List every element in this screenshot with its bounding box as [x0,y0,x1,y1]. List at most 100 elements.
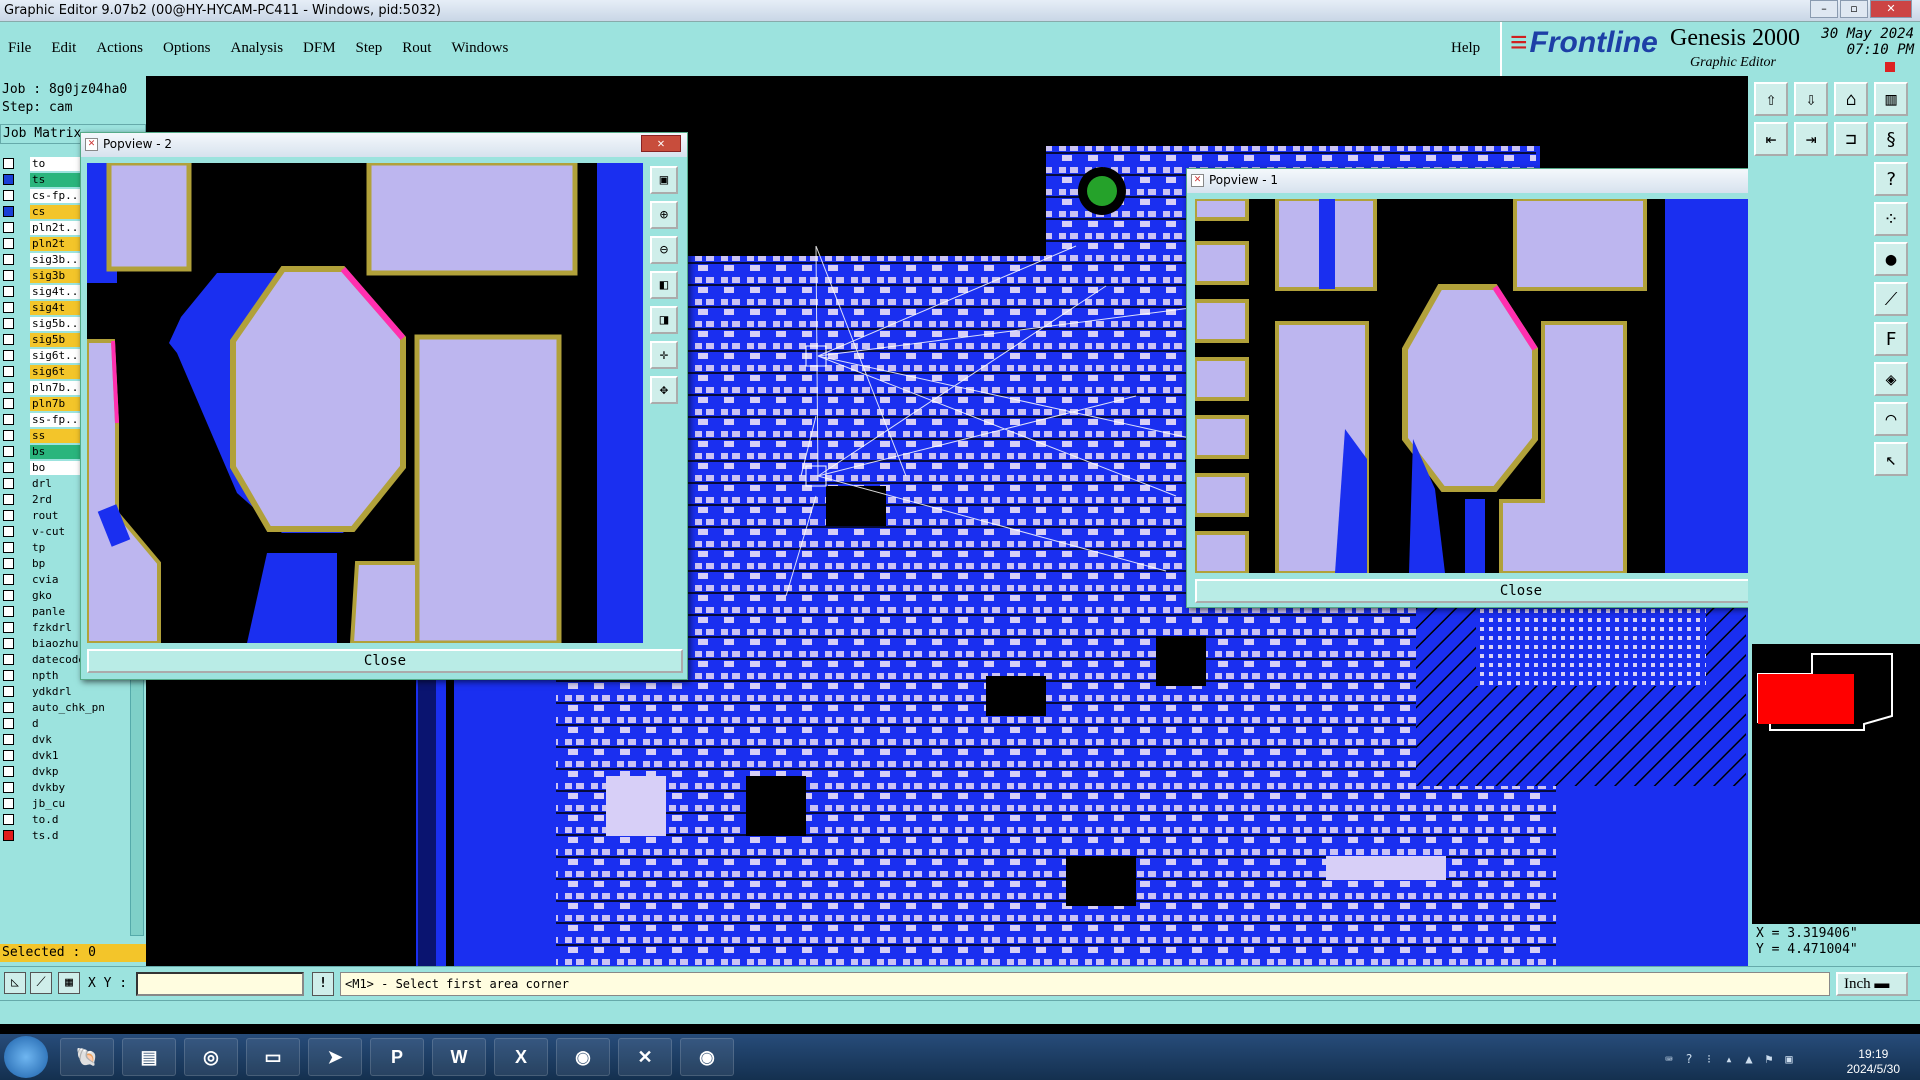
text-feature-icon[interactable]: F [1874,322,1908,356]
layer-checkbox[interactable] [3,638,14,649]
layer-checkbox[interactable] [3,478,14,489]
word-app-icon[interactable]: W [432,1038,486,1076]
select-pointer-icon[interactable]: ↖ [1874,442,1908,476]
menu-dfm[interactable]: DFM [303,40,336,57]
eye-app-2-icon[interactable]: ◉ [680,1038,734,1076]
popview-2-close-x-button[interactable]: ✕ [641,135,681,152]
notepad-app-icon[interactable]: ▤ [122,1038,176,1076]
popview-2-zoom-view[interactable] [87,163,643,643]
layer-checkbox[interactable] [3,462,14,473]
layer-checkbox[interactable] [3,734,14,745]
zoom-area-icon[interactable]: ◺ [4,972,26,994]
zoom-next-icon[interactable]: ◨ [650,306,678,334]
arc-icon[interactable]: ◠ [1874,402,1908,436]
menu-step[interactable]: Step [356,40,383,57]
layer-checkbox[interactable] [3,430,14,441]
zoom-in-icon[interactable]: ⊕ [650,201,678,229]
layer-row[interactable]: ts.d [0,828,130,843]
layer-checkbox[interactable] [3,238,14,249]
layer-row[interactable]: auto_chk_pn [0,700,130,715]
layer-checkbox[interactable] [3,606,14,617]
eye-app-icon[interactable]: ◉ [556,1038,610,1076]
center-icon[interactable]: ✛ [650,341,678,369]
layer-checkbox[interactable] [3,222,14,233]
layer-checkbox[interactable] [3,654,14,665]
start-button[interactable] [4,1036,48,1078]
p-app-icon[interactable]: P [370,1038,424,1076]
save-app-icon[interactable]: ▭ [246,1038,300,1076]
menu-analysis[interactable]: Analysis [231,40,284,57]
route-icon[interactable]: § [1874,122,1908,156]
zoom-prev-icon[interactable]: ◧ [650,271,678,299]
line-feature-icon[interactable]: ⟋ [1874,282,1908,316]
flag-icon[interactable]: ⚑ [1762,1052,1776,1066]
info-button[interactable]: ! [312,972,334,996]
help-tray-icon[interactable]: ? [1682,1052,1696,1066]
browser-app-icon[interactable]: ◎ [184,1038,238,1076]
menu-actions[interactable]: Actions [96,40,143,57]
menu-edit[interactable]: Edit [51,40,76,57]
layer-checkbox[interactable] [3,254,14,265]
input-tray-icon[interactable]: ⁝ [1702,1052,1716,1066]
layer-up-icon[interactable]: ⇧ [1754,82,1788,116]
grid-icon[interactable]: ▦ [58,972,80,994]
alert-icon[interactable]: ▲ [1742,1052,1756,1066]
layer-checkbox[interactable] [3,302,14,313]
layer-checkbox[interactable] [3,702,14,713]
layer-checkbox[interactable] [3,350,14,361]
layer-down-icon[interactable]: ⇩ [1794,82,1828,116]
layer-checkbox[interactable] [3,334,14,345]
layer-row[interactable]: dvk1 [0,748,130,763]
layer-checkbox[interactable] [3,670,14,681]
layer-checkbox[interactable] [3,414,14,425]
layer-checkbox[interactable] [3,686,14,697]
step-left-icon[interactable]: ⇤ [1754,122,1788,156]
shapes-icon[interactable]: ◈ [1874,362,1908,396]
layer-checkbox[interactable] [3,622,14,633]
layer-checkbox[interactable] [3,526,14,537]
network-icon[interactable]: ▣ [1782,1052,1796,1066]
layer-row[interactable]: dvk [0,732,130,747]
popview-1-zoom-view[interactable] [1195,199,1817,573]
layer-checkbox[interactable] [3,382,14,393]
layer-checkbox[interactable] [3,510,14,521]
menu-file[interactable]: File [8,40,31,57]
excel-app-icon[interactable]: X [494,1038,548,1076]
layer-row[interactable]: dvkby [0,780,130,795]
layer-checkbox[interactable] [3,494,14,505]
maximize-button[interactable]: ▫ [1840,0,1868,18]
step-right-icon[interactable]: ⇥ [1794,122,1828,156]
show-hidden-icon[interactable]: ▴ [1722,1052,1736,1066]
popview-2-titlebar[interactable]: ✕ Popview - 2 [81,133,687,157]
minimize-button[interactable]: – [1810,0,1838,18]
close-window-button[interactable]: ✕ [1870,0,1912,18]
layer-checkbox[interactable] [3,750,14,761]
menu-options[interactable]: Options [163,40,211,57]
layer-checkbox[interactable] [3,318,14,329]
layer-row[interactable]: jb_cu [0,796,130,811]
keyboard-icon[interactable]: ⌨ [1662,1052,1676,1066]
genesis-app-icon[interactable]: ✕ [618,1038,672,1076]
layer-row[interactable]: to.d [0,812,130,827]
layer-checkbox[interactable] [3,270,14,281]
measure-icon[interactable]: ⟋ [30,972,52,994]
xy-input[interactable] [136,972,304,996]
arrow-app-icon[interactable]: ➤ [308,1038,362,1076]
layer-checkbox[interactable] [3,286,14,297]
layer-checkbox[interactable] [3,206,14,217]
layer-checkbox[interactable] [3,558,14,569]
zoom-fit-icon[interactable]: ▣ [650,166,678,194]
menu-rout[interactable]: Rout [402,40,431,57]
layer-checkbox[interactable] [3,574,14,585]
clock[interactable]: 19:19 2024/5/30 [1847,1047,1900,1077]
popview-2-window[interactable]: ✕ Popview - 2 ✕ ▣ ⊕ ⊖ ◧ ◨ ✛ ✥ Close [80,132,688,680]
popview-2-close-button[interactable]: Close [87,649,683,673]
shell-app-icon[interactable]: 🐚 [60,1038,114,1076]
layer-checkbox[interactable] [3,366,14,377]
round-pad-icon[interactable]: ● [1874,242,1908,276]
board-overview-map[interactable] [1752,644,1920,924]
layer-checkbox[interactable] [3,782,14,793]
layer-row[interactable]: dvkp [0,764,130,779]
layer-checkbox[interactable] [3,718,14,729]
help-query-icon[interactable]: ? [1874,162,1908,196]
